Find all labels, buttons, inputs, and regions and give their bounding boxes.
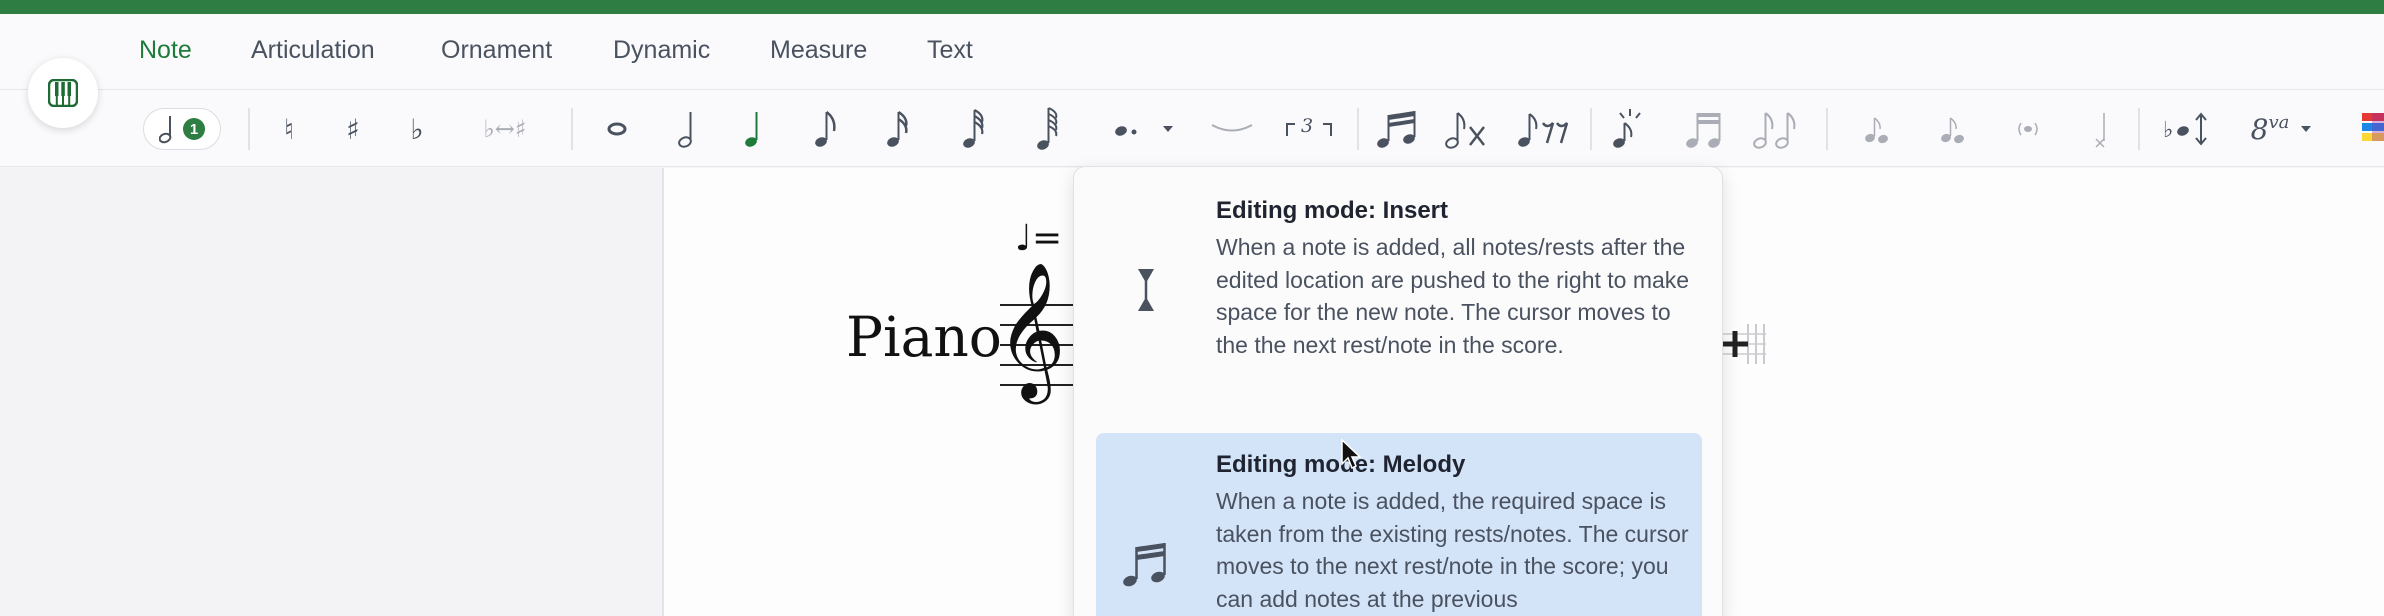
- tuplet-number: 3: [1301, 115, 1314, 137]
- add-measure-button[interactable]: [1718, 322, 1766, 366]
- quarter-note-button[interactable]: [732, 90, 774, 168]
- thirty-second-note-icon: [963, 109, 984, 148]
- flat-button[interactable]: ♭: [396, 90, 438, 168]
- toolbar-separator: [1826, 108, 1828, 150]
- whole-note-button[interactable]: [596, 90, 638, 168]
- tab-articulation[interactable]: Articulation: [251, 36, 375, 65]
- parenthesized-note-icon: [2018, 122, 2038, 136]
- cross-notehead-icon: [2095, 113, 2105, 148]
- flip-stem-button[interactable]: [1748, 90, 1804, 168]
- half-note-icon: [678, 112, 692, 148]
- note-rests-icon: [1518, 113, 1569, 147]
- insert-cursor-icon: [1138, 269, 1154, 311]
- treble-clef: 𝄞: [996, 260, 1066, 398]
- tuplet-button[interactable]: 3: [1278, 90, 1340, 168]
- ottava-button[interactable]: 8 va: [2240, 90, 2300, 168]
- dotted-note-icon: [1115, 126, 1137, 136]
- rest-button[interactable]: [1514, 90, 1576, 168]
- note-cross-icon: [1445, 112, 1485, 149]
- toolbar-separator: [1590, 108, 1592, 150]
- natural-button[interactable]: ♮: [268, 90, 310, 168]
- dot-dropdown-button[interactable]: [1158, 90, 1178, 168]
- caret-down-icon: [1163, 126, 1173, 132]
- tab-dynamic[interactable]: Dynamic: [613, 36, 710, 65]
- editing-mode-button[interactable]: [1370, 90, 1426, 168]
- toolbar-separator: [571, 108, 573, 150]
- beamed-pair-icon: [1686, 113, 1721, 148]
- tab-text[interactable]: Text: [927, 36, 973, 65]
- voice-badge: 1: [183, 118, 205, 140]
- grace-note-before-button[interactable]: [1856, 90, 1896, 168]
- sharp-button[interactable]: ♯: [332, 90, 374, 168]
- toolbar-separator: [248, 108, 250, 150]
- workspace-background: [0, 168, 662, 616]
- tempo-marking[interactable]: ♩=: [1015, 218, 1062, 259]
- eighth-note-icon: [815, 110, 836, 147]
- app-top-bar: [0, 0, 2384, 14]
- enharmonic-icon: ♭↔♯: [483, 115, 527, 143]
- half-note-icon: [159, 116, 172, 144]
- beamed-notes-icon: [1123, 543, 1166, 587]
- editing-mode-menu: Editing mode: Insert When a note is adde…: [1073, 166, 1723, 616]
- parenthesis-button[interactable]: [2008, 90, 2048, 168]
- whole-note-icon: [607, 122, 627, 136]
- sixteenth-note-icon: [887, 110, 908, 147]
- note-toolbar: 1 ♮ ♯ ♭ ♭↔♯ 3 ♭ 8 va: [0, 89, 2384, 167]
- ottava-icon: 8: [2250, 112, 2269, 146]
- mouse-pointer-icon: [1341, 438, 1362, 470]
- note-sparkle-icon: [1613, 109, 1641, 148]
- piano-icon: [48, 79, 78, 107]
- enharmonic-button[interactable]: ♭↔♯: [470, 90, 540, 168]
- tab-bar: Note Articulation Ornament Dynamic Measu…: [0, 14, 2384, 102]
- cross-notehead-button[interactable]: [2080, 90, 2120, 168]
- half-note-button[interactable]: [666, 90, 708, 168]
- sixty-fourth-note-icon: [1037, 107, 1058, 150]
- toolbar-separator: [2138, 108, 2140, 150]
- menu-item-description: When a note is added, the required space…: [1216, 488, 1689, 612]
- instrument-label: Piano: [846, 305, 1002, 369]
- grace-note-after-button[interactable]: [1932, 90, 1972, 168]
- quarter-note-icon: [745, 112, 758, 147]
- beamed-notes-icon: [1377, 111, 1416, 148]
- voice-selector[interactable]: 1: [143, 108, 221, 150]
- thirty-second-note-button[interactable]: [954, 90, 996, 168]
- editing-mode-melody-option[interactable]: Editing mode: Melody When a note is adde…: [1096, 433, 1702, 616]
- transpose-button[interactable]: ♭: [2158, 90, 2214, 168]
- color-button[interactable]: [2358, 90, 2384, 168]
- eighth-notes-pair-icon: [1753, 112, 1796, 149]
- transpose-icon: ♭: [2163, 112, 2207, 146]
- menu-item-title: Editing mode: Insert: [1216, 197, 1449, 224]
- grace-note-after-icon: [1941, 117, 1964, 144]
- grace-note-icon: [1865, 117, 1888, 144]
- tie-button[interactable]: [1204, 90, 1260, 168]
- svg-text:♭: ♭: [2163, 118, 2173, 143]
- eighth-note-button[interactable]: [806, 90, 848, 168]
- voice-toggle-button[interactable]: [1440, 90, 1492, 168]
- sixteenth-note-button[interactable]: [878, 90, 920, 168]
- menu-item-description: When a note is added, all notes/rests af…: [1216, 234, 1690, 358]
- grace-beam-button[interactable]: [1678, 90, 1730, 168]
- caret-down-icon: [2301, 126, 2311, 132]
- dot-button[interactable]: [1108, 90, 1144, 168]
- tie-icon: [1211, 124, 1253, 132]
- sixty-fourth-note-button[interactable]: [1028, 90, 1070, 168]
- tab-note[interactable]: Note: [139, 36, 192, 65]
- ottava-suffix: va: [2268, 111, 2290, 133]
- tab-measure[interactable]: Measure: [770, 36, 867, 65]
- flat-icon: ♭: [410, 112, 424, 146]
- piano-keyboard-button[interactable]: [28, 58, 98, 128]
- color-palette-icon: [2362, 113, 2384, 141]
- repitch-button[interactable]: [1604, 90, 1656, 168]
- sharp-icon: ♯: [346, 112, 360, 146]
- plus-icon: [1718, 324, 1766, 364]
- toolbar-separator: [1357, 108, 1359, 150]
- editing-mode-insert-option[interactable]: Editing mode: Insert When a note is adde…: [1096, 189, 1702, 421]
- natural-icon: ♮: [283, 112, 294, 146]
- tab-ornament[interactable]: Ornament: [441, 36, 552, 65]
- ottava-dropdown-button[interactable]: [2296, 90, 2316, 168]
